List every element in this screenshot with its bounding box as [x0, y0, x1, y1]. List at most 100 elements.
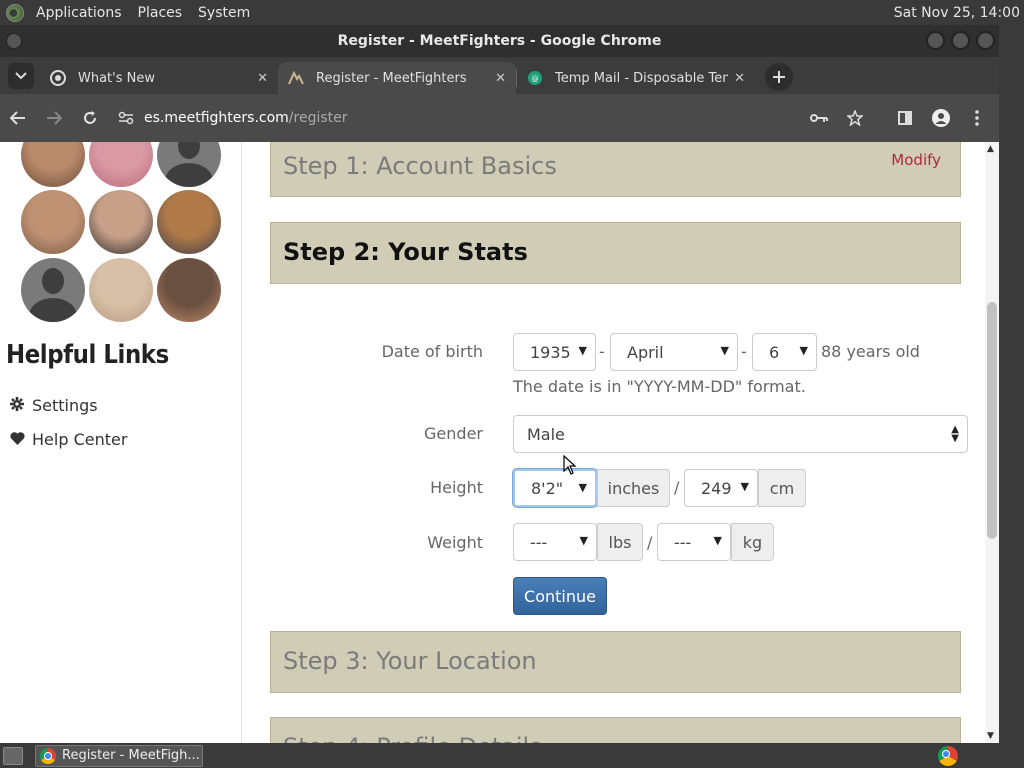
- height-cm-value: 249: [701, 478, 732, 498]
- step4-bar[interactable]: Step 4: Profile Details: [270, 717, 961, 743]
- minimize-button[interactable]: [926, 31, 945, 50]
- maximize-button[interactable]: [951, 31, 970, 50]
- back-button[interactable]: [0, 100, 36, 136]
- height-cm-select[interactable]: 249 ▼: [684, 469, 758, 507]
- height-label: Height: [430, 478, 483, 497]
- address-bar[interactable]: es.meetfighters.com/register: [108, 100, 801, 136]
- more-vert-icon: [975, 110, 979, 126]
- gender-select[interactable]: Male ▲ ▼: [513, 415, 968, 453]
- step1-bar[interactable]: Step 1: Account Basics Modify: [270, 142, 961, 197]
- step2-bar: Step 2: Your Stats: [270, 222, 961, 284]
- avatar[interactable]: [89, 258, 153, 322]
- registration-main: Step 1: Account Basics Modify Step 2: Yo…: [242, 142, 985, 743]
- step4-label: Step 4: Profile Details: [283, 733, 542, 743]
- tab-search-button[interactable]: [8, 63, 34, 89]
- window-menu-icon[interactable]: [6, 33, 22, 49]
- profile-icon: [932, 109, 950, 127]
- forward-button[interactable]: [36, 100, 72, 136]
- close-window-button[interactable]: [976, 31, 995, 50]
- weight-lbs-select[interactable]: --- ▼: [513, 523, 597, 561]
- chrome-menu-button[interactable]: [959, 100, 995, 136]
- chrome-icon: [50, 70, 66, 86]
- settings-link-label: Settings: [32, 396, 98, 415]
- window-title-bar[interactable]: Register - MeetFighters - Google Chrome: [0, 25, 999, 57]
- dob-year-select[interactable]: 1935 ▼: [513, 333, 596, 371]
- avatar-placeholder[interactable]: [157, 142, 221, 187]
- mouse-cursor-icon: [563, 455, 577, 475]
- weight-kg-value: ---: [674, 532, 692, 552]
- chevron-down-icon: ▼: [720, 344, 729, 357]
- tab-register-meetfighters[interactable]: Register - MeetFighters ✕: [278, 62, 516, 94]
- continue-button[interactable]: Continue: [513, 577, 607, 615]
- bottom-taskbar: Register - MeetFigh...: [0, 743, 1024, 768]
- avatar[interactable]: [157, 190, 221, 254]
- reload-button[interactable]: [72, 100, 108, 136]
- taskbar-window-button[interactable]: Register - MeetFigh...: [35, 744, 203, 767]
- site-info-icon[interactable]: [108, 111, 144, 125]
- gender-value: Male: [527, 424, 565, 444]
- close-tab-icon[interactable]: ✕: [734, 71, 745, 86]
- weight-label: Weight: [427, 533, 483, 552]
- gender-label: Gender: [424, 424, 483, 443]
- tab-whats-new[interactable]: What's New ✕: [40, 62, 278, 94]
- avatar[interactable]: [21, 142, 85, 187]
- dob-day-value: 6: [769, 342, 780, 362]
- close-tab-icon[interactable]: ✕: [257, 71, 268, 86]
- dob-day-select[interactable]: 6 ▼: [752, 333, 817, 371]
- desktop-edge: [999, 25, 1024, 743]
- applications-menu[interactable]: Applications: [28, 5, 130, 21]
- chrome-icon: [40, 747, 56, 764]
- window-title: Register - MeetFighters - Google Chrome: [337, 33, 662, 49]
- dob-month-select[interactable]: April ▼: [610, 333, 738, 371]
- modify-link[interactable]: Modify: [891, 151, 941, 169]
- bookmark-button[interactable]: [837, 100, 873, 136]
- chevron-down-icon: ▼: [578, 344, 587, 357]
- tab-temp-mail[interactable]: @ Temp Mail - Disposable Temporary Email…: [517, 62, 755, 94]
- gear-icon: [10, 396, 26, 415]
- step1-label: Step 1: Account Basics: [283, 152, 557, 180]
- key-icon: [810, 114, 828, 122]
- avatar[interactable]: [157, 258, 221, 322]
- new-tab-button[interactable]: [765, 63, 793, 91]
- meetfighters-icon: [288, 70, 304, 86]
- chevron-down-icon: [15, 72, 27, 80]
- weight-kg-select[interactable]: --- ▼: [657, 523, 731, 561]
- chevron-down-icon: ▼: [740, 480, 749, 493]
- password-key-button[interactable]: [801, 100, 837, 136]
- tempmail-icon: @: [527, 70, 543, 86]
- browser-toolbar: es.meetfighters.com/register: [0, 94, 999, 142]
- page-viewport: Helpful Links Settings Help Center Step …: [0, 142, 999, 743]
- cm-unit: cm: [758, 469, 806, 507]
- url-path: /register: [288, 110, 348, 126]
- settings-link[interactable]: Settings: [10, 396, 98, 415]
- avatar-placeholder[interactable]: [21, 258, 85, 322]
- step3-bar[interactable]: Step 3: Your Location: [270, 631, 961, 693]
- sidebar: Helpful Links Settings Help Center: [0, 142, 242, 743]
- scrollbar-thumb[interactable]: [987, 302, 997, 539]
- scroll-down-icon[interactable]: ▼: [987, 731, 994, 741]
- system-menu[interactable]: System: [190, 5, 258, 21]
- distro-logo-icon[interactable]: [6, 3, 24, 22]
- help-center-link[interactable]: Help Center: [10, 430, 127, 449]
- age-text: 88 years old: [821, 342, 920, 361]
- page-scrollbar[interactable]: ▲ ▼: [985, 142, 999, 743]
- show-desktop-icon[interactable]: [3, 746, 23, 765]
- scroll-up-icon[interactable]: ▲: [987, 144, 994, 154]
- panel-clock[interactable]: Sat Nov 25, 14:00: [894, 5, 1024, 21]
- height-inches-select[interactable]: 8'2" ▼: [513, 469, 597, 507]
- chevron-down-icon: ▼: [579, 534, 588, 547]
- helpful-links-heading: Helpful Links: [6, 340, 169, 370]
- profile-button[interactable]: [923, 100, 959, 136]
- places-menu[interactable]: Places: [130, 5, 191, 21]
- close-tab-icon[interactable]: ✕: [495, 71, 506, 86]
- avatar[interactable]: [21, 190, 85, 254]
- lbs-unit: lbs: [597, 523, 643, 561]
- avatar[interactable]: [89, 142, 153, 187]
- chevron-down-icon: ▼: [578, 481, 587, 494]
- heart-icon: [10, 431, 26, 449]
- plus-icon: [773, 71, 785, 83]
- side-panel-button[interactable]: [887, 100, 923, 136]
- avatar[interactable]: [89, 190, 153, 254]
- tray-chrome-icon[interactable]: [938, 746, 958, 766]
- tab-strip: What's New ✕ Register - MeetFighters ✕ @…: [0, 57, 999, 94]
